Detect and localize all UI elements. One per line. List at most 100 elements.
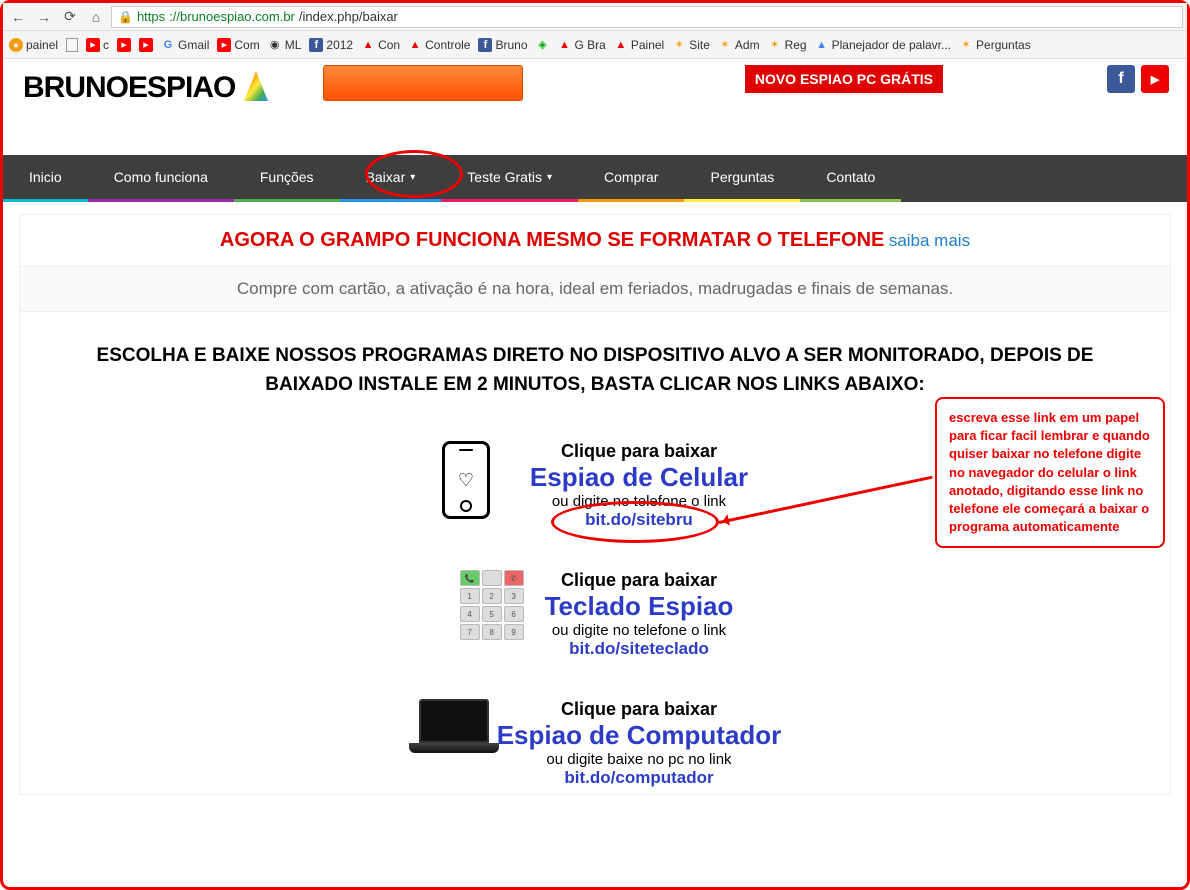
annotation-box: escreva esse link em um papel para ficar… — [935, 397, 1165, 548]
dl-sub-label: ou digite baixe no pc no link — [497, 751, 782, 768]
bookmarks-bar: ●painel▸c▸▸GGmail▸Com◉MLf2012▲Con▲Contro… — [3, 31, 1187, 59]
novo-banner[interactable]: NOVO ESPIAO PC GRÁTIS — [745, 65, 943, 93]
dl-sub-label: ou digite no telefone o link — [530, 493, 748, 510]
facebook-icon[interactable]: f — [1107, 65, 1135, 93]
forward-button[interactable]: → — [33, 6, 55, 28]
bookmark-item[interactable]: ✶Site — [672, 38, 710, 52]
bookmark-item[interactable]: fBruno — [478, 38, 527, 52]
nav-item-comprar[interactable]: Comprar — [578, 155, 684, 202]
bookmark-label: Painel — [631, 38, 664, 52]
joomla-icon: ✶ — [672, 38, 686, 52]
reload-button[interactable]: ⟳ — [59, 6, 81, 28]
bookmark-item[interactable]: ●painel — [9, 38, 58, 52]
bookmark-label: painel — [26, 38, 58, 52]
novo-rest: ESPIAO PC GRÁTIS — [796, 71, 933, 87]
tri-red-icon: ▲ — [408, 38, 422, 52]
keypad-icon: 📞✆ 123 456 789 — [457, 570, 527, 640]
dl-product-link[interactable]: Teclado Espiao — [545, 591, 734, 622]
bookmark-item[interactable]: ▸c — [86, 38, 109, 52]
fb-icon: f — [478, 38, 492, 52]
nav-label: Inicio — [29, 169, 62, 185]
gray-bar: Compre com cartão, a ativação é na hora,… — [20, 267, 1170, 312]
bookmark-label: ML — [285, 38, 302, 52]
chevron-down-icon: ▾ — [410, 172, 415, 183]
nav-item-como-funciona[interactable]: Como funciona — [88, 155, 234, 202]
novo-label: NOVO — [755, 71, 796, 87]
bookmark-item[interactable]: ▸Com — [217, 38, 259, 52]
dl-shortlink[interactable]: bit.do/sitebru — [530, 510, 748, 530]
bookmark-item[interactable]: ▲Controle — [408, 38, 470, 52]
heart-icon: ♡ — [458, 470, 474, 491]
download-teclado: 📞✆ 123 456 789 Clique para baixar Teclad… — [20, 570, 1170, 659]
url-path: /index.php/baixar — [299, 9, 398, 24]
bookmark-item[interactable]: ▲Painel — [614, 38, 664, 52]
logo-text: BRUNOESPIAO — [23, 71, 235, 105]
ml-icon: ◉ — [268, 38, 282, 52]
bookmark-label: Con — [378, 38, 400, 52]
home-button[interactable]: ⌂ — [85, 6, 107, 28]
nav-item-funções[interactable]: Funções — [234, 155, 340, 202]
nav-label: Contato — [826, 169, 875, 185]
joomla-icon: ✶ — [768, 38, 782, 52]
yt-icon: ▸ — [217, 38, 231, 52]
bookmark-label: Adm — [735, 38, 760, 52]
yt-icon: ▸ — [86, 38, 100, 52]
joomla-icon: ✶ — [959, 38, 973, 52]
bookmark-item[interactable]: GGmail — [161, 38, 209, 52]
nav-item-baixar[interactable]: Baixar ▾ — [340, 155, 442, 202]
nav-item-perguntas[interactable]: Perguntas — [684, 155, 800, 202]
browser-toolbar: ← → ⟳ ⌂ 🔒 https://brunoespiao.com.br/ind… — [3, 3, 1187, 31]
bookmark-label: Com — [234, 38, 259, 52]
site-header: BRUNOESPIAO NOVO ESPIAO PC GRÁTIS f ▶ — [3, 59, 1187, 105]
bookmark-label: G Bra — [575, 38, 606, 52]
bookmark-label: Bruno — [495, 38, 527, 52]
nav-label: Comprar — [604, 169, 658, 185]
bookmark-item[interactable]: f2012 — [309, 38, 353, 52]
bookmark-item[interactable]: ✶Reg — [768, 38, 807, 52]
nav-label: Como funciona — [114, 169, 208, 185]
dl-click-label: Clique para baixar — [530, 441, 748, 462]
alert-link[interactable]: saiba mais — [889, 231, 970, 250]
nav-label: Baixar — [366, 169, 406, 185]
shield-icon: ◈ — [536, 38, 550, 52]
bookmark-item[interactable]: ✶Adm — [718, 38, 760, 52]
url-host: ://brunoespiao.com.br — [169, 9, 295, 24]
bookmark-item[interactable]: ▲Con — [361, 38, 400, 52]
nav-item-teste-gratis[interactable]: Teste Gratis ▾ — [441, 155, 578, 202]
dl-product-link[interactable]: Espiao de Computador — [497, 720, 782, 751]
bookmark-item[interactable]: ▲G Bra — [558, 38, 606, 52]
bookmark-item[interactable]: ◉ML — [268, 38, 302, 52]
nav-label: Teste Gratis — [467, 169, 542, 185]
dl-click-label: Clique para baixar — [497, 699, 782, 720]
bookmark-item[interactable]: ▸ — [117, 38, 131, 52]
joomla-icon: ✶ — [718, 38, 732, 52]
back-button[interactable]: ← — [7, 6, 29, 28]
bookmark-item[interactable]: ▸ — [139, 38, 153, 52]
ads-icon: ▲ — [815, 38, 829, 52]
logo[interactable]: BRUNOESPIAO — [23, 71, 271, 105]
bookmark-label: Controle — [425, 38, 470, 52]
nav-item-contato[interactable]: Contato — [800, 155, 901, 202]
alert-text: AGORA O GRAMPO FUNCIONA MESMO SE FORMATA… — [220, 229, 884, 251]
bookmark-label: Gmail — [178, 38, 209, 52]
url-bar[interactable]: 🔒 https://brunoespiao.com.br/index.php/b… — [111, 6, 1183, 28]
page-icon — [66, 38, 78, 52]
lock-icon: 🔒 — [118, 10, 133, 24]
bookmark-item[interactable]: ✶Perguntas — [959, 38, 1031, 52]
social-icons: f ▶ — [1107, 65, 1169, 93]
bookmark-item[interactable]: ◈ — [536, 38, 550, 52]
orange-banner[interactable] — [323, 65, 523, 101]
yt-icon: ▸ — [139, 38, 153, 52]
bookmark-item[interactable] — [66, 38, 78, 52]
nav-item-inicio[interactable]: Inicio — [3, 155, 88, 202]
bookmark-label: c — [103, 38, 109, 52]
fb-icon: f — [309, 38, 323, 52]
dl-shortlink[interactable]: bit.do/computador — [497, 768, 782, 788]
bookmark-item[interactable]: ▲Planejador de palavr... — [815, 38, 951, 52]
chevron-down-icon: ▾ — [547, 172, 552, 183]
youtube-icon[interactable]: ▶ — [1141, 65, 1169, 93]
dl-product-link[interactable]: Espiao de Celular — [530, 462, 748, 493]
bookmark-label: Reg — [785, 38, 807, 52]
orange-circle-icon: ● — [9, 38, 23, 52]
dl-shortlink[interactable]: bit.do/siteteclado — [545, 639, 734, 659]
